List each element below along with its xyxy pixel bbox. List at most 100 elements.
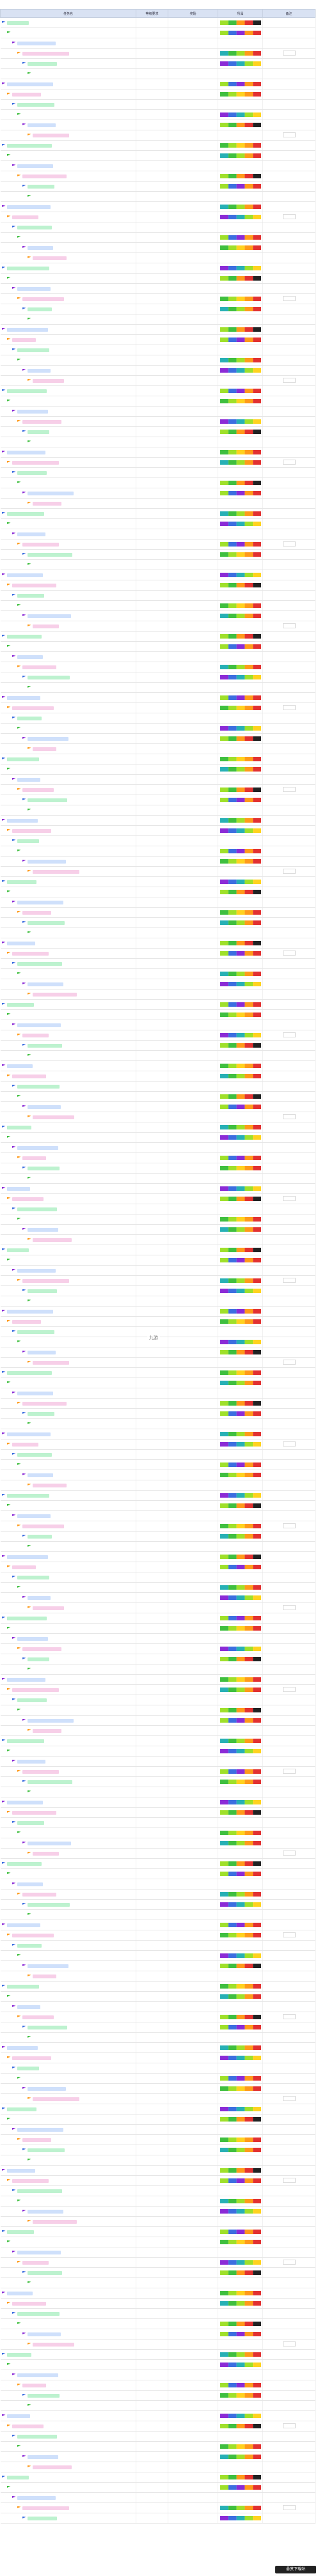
table-row[interactable]: [0, 1234, 316, 1245]
quest-link[interactable]: [33, 2404, 73, 2408]
table-row[interactable]: [0, 1490, 316, 1501]
quest-link[interactable]: [6, 634, 42, 639]
table-row[interactable]: [0, 1705, 316, 1716]
quest-link[interactable]: [27, 798, 67, 802]
table-row[interactable]: [0, 1398, 316, 1409]
table-row[interactable]: [0, 1981, 316, 1992]
quest-link[interactable]: [22, 1218, 45, 1222]
quest-link[interactable]: [6, 695, 40, 700]
table-row[interactable]: [0, 68, 316, 79]
table-row[interactable]: [0, 1152, 316, 1163]
quest-link[interactable]: [22, 1156, 46, 1160]
table-row[interactable]: [0, 2216, 316, 2227]
table-row[interactable]: [0, 1040, 316, 1051]
table-row[interactable]: [0, 815, 316, 826]
quest-link[interactable]: [12, 583, 56, 587]
table-row[interactable]: [0, 1879, 316, 1889]
quest-link[interactable]: [6, 573, 43, 577]
table-row[interactable]: [0, 447, 316, 458]
table-row[interactable]: [0, 989, 316, 1000]
table-row[interactable]: [0, 283, 316, 294]
table-row[interactable]: [0, 835, 316, 846]
quest-link[interactable]: [12, 2178, 49, 2183]
quest-link[interactable]: [22, 727, 55, 731]
table-row[interactable]: [0, 2155, 316, 2166]
table-row[interactable]: [0, 1439, 316, 1450]
quest-link[interactable]: [6, 1984, 39, 1989]
quest-link[interactable]: [17, 1023, 61, 1027]
quest-link[interactable]: [17, 1452, 52, 1457]
table-row[interactable]: [0, 1899, 316, 1910]
quest-link[interactable]: [6, 1616, 47, 1620]
table-row[interactable]: [0, 754, 316, 764]
quest-link[interactable]: [12, 1688, 59, 1692]
table-row[interactable]: [0, 1592, 316, 1603]
table-row[interactable]: [0, 345, 316, 355]
table-row[interactable]: [0, 580, 316, 591]
table-row[interactable]: [0, 856, 316, 867]
quest-link[interactable]: [17, 164, 53, 168]
quest-link[interactable]: [6, 143, 52, 148]
quest-link[interactable]: [22, 2506, 69, 2510]
quest-link[interactable]: [33, 1913, 58, 1917]
table-row[interactable]: [0, 263, 316, 274]
table-row[interactable]: [0, 846, 316, 857]
quest-link[interactable]: [22, 788, 54, 792]
table-row[interactable]: [0, 396, 316, 407]
quest-link[interactable]: [6, 1125, 31, 1129]
table-row[interactable]: [0, 1418, 316, 1429]
table-row[interactable]: [0, 2431, 316, 2442]
table-row[interactable]: [0, 1429, 316, 1439]
quest-link[interactable]: [17, 1145, 58, 1150]
table-row[interactable]: [0, 1807, 316, 1818]
quest-link[interactable]: [17, 1943, 42, 1948]
quest-link[interactable]: [33, 1545, 65, 1549]
quest-link[interactable]: [27, 1657, 49, 1661]
table-row[interactable]: [0, 1715, 316, 1726]
quest-link[interactable]: [12, 1259, 42, 1262]
table-row[interactable]: [0, 1470, 316, 1480]
table-row[interactable]: [0, 1776, 316, 1787]
table-row[interactable]: [0, 477, 316, 488]
quest-link[interactable]: [12, 1197, 44, 1201]
table-row[interactable]: [0, 1081, 316, 1092]
table-row[interactable]: [0, 1643, 316, 1654]
quest-link[interactable]: [22, 2260, 49, 2265]
table-row[interactable]: [0, 2042, 316, 2053]
quest-link[interactable]: [22, 1278, 69, 1283]
quest-link[interactable]: [6, 205, 51, 209]
table-row[interactable]: [0, 17, 316, 28]
table-row[interactable]: [0, 1602, 316, 1613]
quest-link[interactable]: [17, 1207, 57, 1211]
table-row[interactable]: [0, 1101, 316, 1112]
table-row[interactable]: [0, 692, 316, 703]
quest-link[interactable]: [33, 686, 58, 690]
quest-link[interactable]: [17, 2066, 39, 2070]
table-row[interactable]: [0, 1296, 316, 1307]
table-row[interactable]: [0, 1674, 316, 1685]
table-row[interactable]: [0, 2185, 316, 2196]
table-row[interactable]: [0, 1613, 316, 1624]
table-row[interactable]: [0, 2257, 316, 2268]
table-row[interactable]: [0, 2339, 316, 2350]
table-row[interactable]: [0, 1920, 316, 1930]
table-row[interactable]: [0, 1224, 316, 1235]
quest-link[interactable]: [12, 1627, 35, 1631]
table-row[interactable]: [0, 1930, 316, 1941]
table-row[interactable]: [0, 1245, 316, 1255]
table-row[interactable]: [0, 590, 316, 601]
table-row[interactable]: [0, 426, 316, 437]
quest-link[interactable]: [6, 82, 53, 86]
table-row[interactable]: [0, 979, 316, 989]
table-row[interactable]: [0, 2482, 316, 2493]
table-row[interactable]: [0, 1510, 316, 1521]
quest-link[interactable]: [22, 2200, 50, 2203]
table-row[interactable]: [0, 2145, 316, 2155]
table-row[interactable]: [0, 467, 316, 478]
quest-link[interactable]: [12, 338, 36, 342]
quest-link[interactable]: [27, 920, 65, 925]
quest-link[interactable]: [17, 1391, 53, 1395]
table-row[interactable]: [0, 1142, 316, 1153]
table-row[interactable]: [0, 2441, 316, 2452]
table-row[interactable]: [0, 1214, 316, 1225]
